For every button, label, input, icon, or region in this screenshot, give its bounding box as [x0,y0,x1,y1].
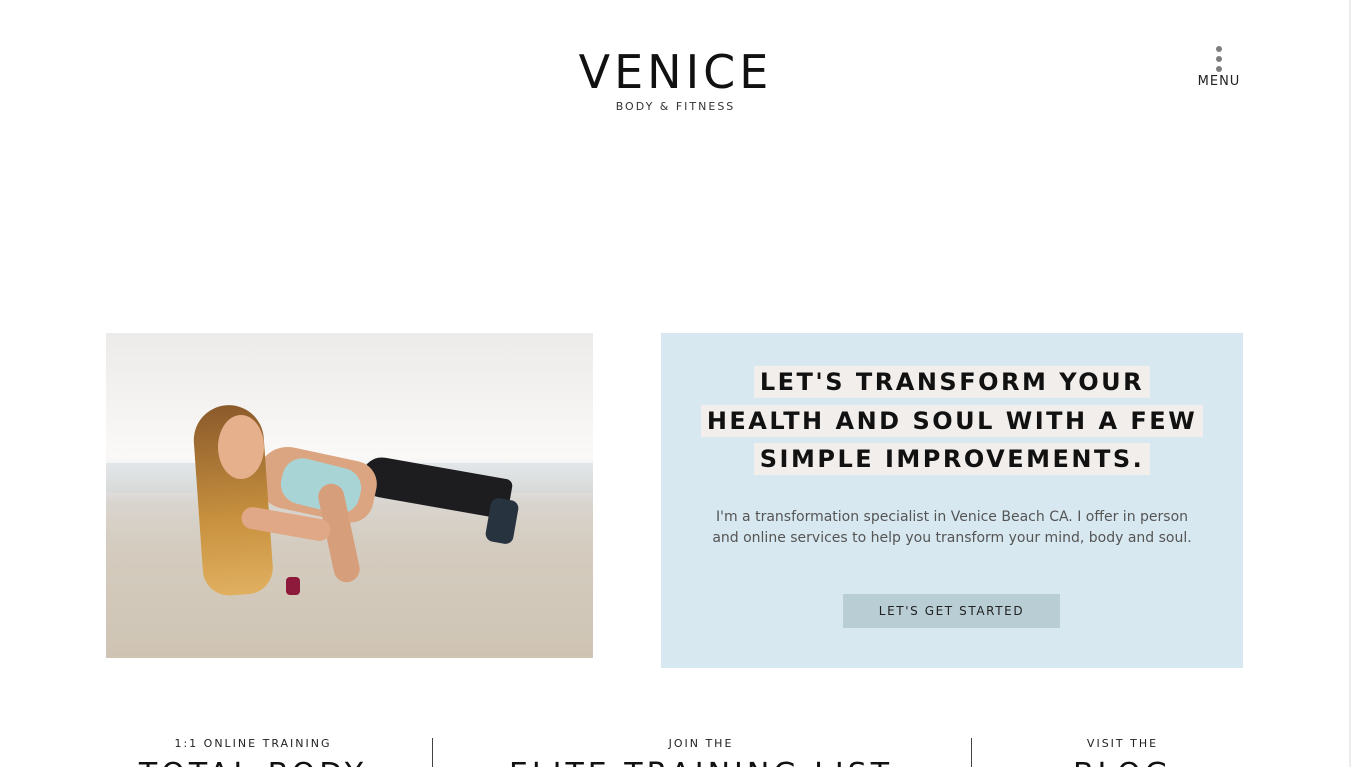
feature-title: ELITE TRAINING LIST [470,757,932,767]
get-started-button[interactable]: LET'S GET STARTED [843,594,1060,628]
menu-label: MENU [1197,74,1241,89]
intro-panel: LET'S TRANSFORM YOUR HEALTH AND SOUL WIT… [661,333,1243,668]
intro-text: I'm a transformation specialist in Venic… [712,509,1192,546]
menu-button[interactable]: MENU [1188,46,1250,89]
site-logo[interactable]: VENICE BODY & FITNESS [0,44,1351,114]
headline-line-2: HEALTH AND SOUL WITH A FEW [700,404,1204,437]
feature-online-training[interactable]: 1:1 ONLINE TRAINING TOTAL BODY [106,737,400,767]
hero-photo [106,333,593,658]
intro-headline: LET'S TRANSFORM YOUR HEALTH AND SOUL WIT… [661,363,1243,479]
feature-kicker: 1:1 ONLINE TRAINING [174,737,332,750]
logo-subtitle: BODY & FITNESS [615,100,736,113]
feature-blog[interactable]: VISIT THE BLOG [1000,737,1245,767]
divider [432,738,433,767]
page: VENICE BODY & FITNESS MENU LET'S TRANSFO… [0,0,1351,767]
headline-line-1: LET'S TRANSFORM YOUR [753,366,1151,398]
feature-kicker: JOIN THE [668,737,734,750]
feature-title: TOTAL BODY [106,757,400,767]
feature-kicker: VISIT THE [1086,737,1159,750]
divider [971,738,972,767]
logo-title: VENICE [578,45,773,99]
feature-elite-list[interactable]: JOIN THE ELITE TRAINING LIST [470,737,932,767]
headline-line-3: SIMPLE IMPROVEMENTS. [753,443,1151,475]
feature-title: BLOG [1000,757,1245,767]
